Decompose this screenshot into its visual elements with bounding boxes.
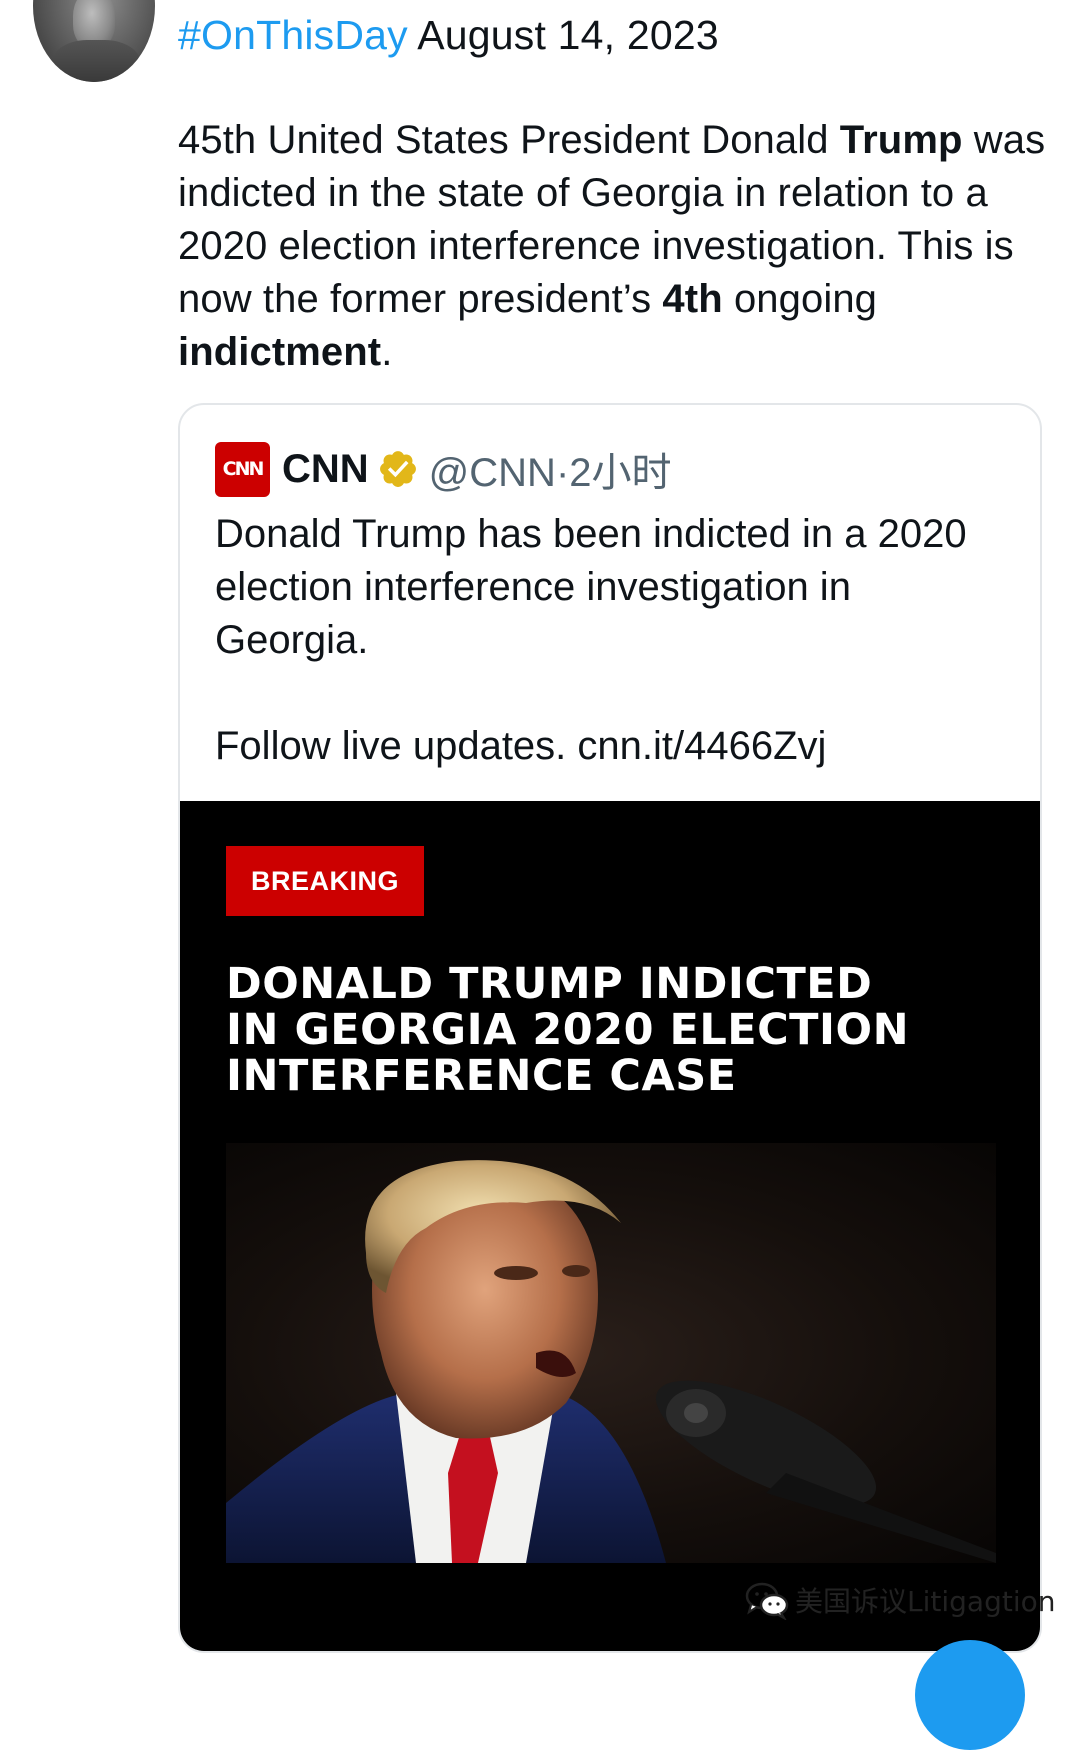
headline-line: IN GEORGIA 2020 ELECTION: [226, 1005, 910, 1055]
media-headline: DONALD TRUMP INDICTED IN GEORGIA 2020 EL…: [226, 961, 986, 1099]
quoted-author-name[interactable]: CNN: [282, 447, 369, 492]
headline-line: INTERFERENCE CASE: [226, 1051, 737, 1101]
breaking-badge: BREAKING: [226, 846, 424, 916]
wechat-watermark: 美国诉议Litigagtion: [745, 1580, 1055, 1620]
avatar-body: [51, 40, 141, 82]
headline-line: DONALD TRUMP INDICTED: [226, 959, 873, 1009]
quoted-tweet-header: CNN CNN @CNN·2小时: [215, 440, 672, 498]
compose-fab-button[interactable]: [915, 1640, 1025, 1750]
trump-photo: [226, 1143, 996, 1563]
quoted-text-link-line[interactable]: Follow live updates. cnn.it/4466Zvj: [215, 720, 1015, 773]
wechat-icon: [745, 1582, 789, 1620]
hashtag-link[interactable]: #OnThisDay: [178, 12, 408, 58]
tweet-text-part: 45th United States President Donald: [178, 118, 840, 162]
tweet-text-bold: Trump: [839, 118, 963, 162]
quoted-media-image[interactable]: BREAKING DONALD TRUMP INDICTED IN GEORGI…: [180, 801, 1040, 1651]
verified-badge-icon: [379, 451, 416, 487]
quoted-text-line: Donald Trump has been indicted in a 2020…: [215, 512, 967, 662]
quoted-handle-time[interactable]: @CNN·2小时: [429, 440, 672, 498]
tweet-text-bold: 4th: [662, 277, 723, 321]
tweet-header: #OnThisDay August 14, 2023: [178, 10, 719, 60]
quoted-tweet-card[interactable]: CNN CNN @CNN·2小时 Donald Trump has been i…: [178, 403, 1042, 1653]
avatar[interactable]: [33, 0, 155, 82]
tweet-text-part: .: [381, 330, 393, 374]
tweet-text-part: ongoing: [722, 277, 878, 321]
quoted-tweet-text: Donald Trump has been indicted in a 2020…: [215, 508, 1015, 773]
tweet-date: August 14, 2023: [417, 12, 719, 58]
cnn-logo[interactable]: CNN: [215, 441, 270, 497]
trump-photo-illustration: [226, 1160, 996, 1563]
tweet-text-bold: indictment: [178, 330, 382, 374]
tweet-text: 45th United States President Donald Trum…: [178, 114, 1048, 379]
watermark-text: 美国诉议Litigagtion: [795, 1585, 1056, 1618]
